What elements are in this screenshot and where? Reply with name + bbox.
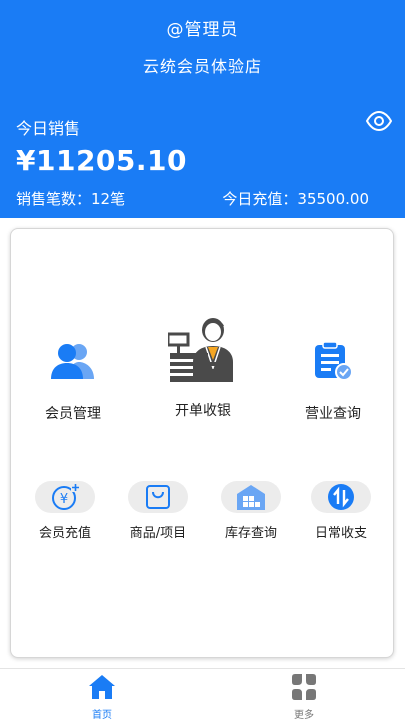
header-panel: @管理员 云统会员体验店 今日销售 ¥11205.10 销售笔数：12笔 今日充…: [0, 0, 405, 218]
member-recharge-button[interactable]: ¥ 会员充值: [19, 481, 111, 541]
goods-items-button[interactable]: 商品/项目: [112, 481, 204, 541]
clover-icon: [292, 674, 316, 700]
eye-icon[interactable]: [366, 110, 392, 132]
admin-name: @管理员: [166, 20, 239, 40]
tab-more-label: 更多: [294, 710, 314, 721]
clipboard-check-icon: [315, 341, 353, 381]
today-recharge: 今日充值：35500.00: [222, 190, 369, 208]
tab-home[interactable]: 首页: [62, 673, 142, 721]
shopping-bag-icon: [146, 485, 170, 509]
home-icon: [89, 675, 115, 699]
svg-text:¥: ¥: [60, 492, 68, 507]
inventory-query-button[interactable]: 库存查询: [205, 481, 297, 541]
tab-home-label: 首页: [92, 710, 112, 721]
daily-income-expense-label: 日常收支: [314, 526, 367, 541]
store-name: 云统会员体验店: [142, 57, 262, 76]
order-count: 销售笔数：12笔: [16, 190, 126, 208]
member-management-button[interactable]: 会员管理: [18, 317, 128, 423]
goods-items-label: 商品/项目: [129, 526, 187, 541]
member-management-label: 会员管理: [45, 406, 101, 422]
cashier-icon: [168, 318, 233, 382]
inventory-query-label: 库存查询: [224, 526, 277, 541]
cashier-button[interactable]: 开单收银: [148, 313, 258, 420]
business-query-label: 营业查询: [305, 406, 361, 422]
bottom-tab-bar: 首页 更多: [0, 668, 405, 721]
today-sales-label: 今日销售: [16, 119, 81, 138]
cashier-label: 开单收银: [175, 403, 231, 419]
business-query-button[interactable]: 营业查询: [278, 317, 388, 423]
warehouse-icon: [237, 485, 265, 510]
yen-plus-icon: ¥: [52, 483, 80, 510]
tab-more[interactable]: 更多: [264, 673, 344, 721]
daily-income-expense-button[interactable]: 日常收支: [295, 481, 387, 541]
income-expense-icon: [328, 484, 354, 510]
function-card: 会员管理 开单收银 营业查询 ¥ 会员充值 商品/项目 库存查询 日常收支: [10, 228, 394, 658]
members-icon: [51, 344, 94, 379]
today-sales-amount: ¥11205.10: [16, 144, 187, 177]
member-recharge-label: 会员充值: [38, 526, 91, 541]
